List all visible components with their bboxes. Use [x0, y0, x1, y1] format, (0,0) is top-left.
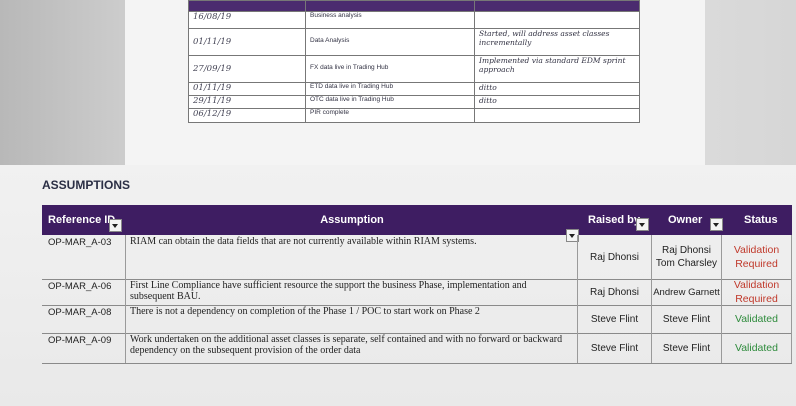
milestone-row: 16/08/19 Business analysis — [188, 11, 640, 29]
milestone-row: 01/11/19 Data Analysis Started, will add… — [188, 28, 640, 56]
filter-dropdown-icon[interactable] — [635, 217, 649, 231]
milestone-header — [305, 0, 475, 12]
milestone-comment — [474, 11, 640, 29]
table-row[interactable]: OP-MAR_A-08 There is not a dependency on… — [42, 305, 792, 334]
header-assumption: Assumption — [126, 205, 578, 235]
section-title: ASSUMPTIONS — [42, 178, 131, 192]
milestone-date: 01/11/19 — [188, 28, 306, 56]
header-label: Raised by — [588, 214, 640, 226]
milestone-date: 01/11/19 — [188, 82, 306, 96]
assumption-cell[interactable]: Work undertaken on the additional asset … — [126, 333, 578, 363]
date-header — [188, 0, 306, 12]
filter-dropdown-icon[interactable] — [109, 218, 123, 232]
milestone-row: 01/11/19 ETD data live in Trading Hub di… — [188, 82, 640, 96]
milestone-name: FX data live in Trading Hub — [305, 55, 475, 83]
status-cell[interactable]: Validation Required — [722, 235, 792, 279]
table-row[interactable]: OP-MAR_A-03 RIAM can obtain the data fie… — [42, 235, 792, 280]
header-label: Assumption — [320, 214, 384, 226]
status-cell[interactable]: Validation Required — [722, 279, 792, 305]
milestone-row: 27/09/19 FX data live in Trading Hub Imp… — [188, 55, 640, 83]
owner-cell[interactable]: Steve Flint — [652, 305, 722, 333]
reference-id-cell[interactable]: OP-MAR_A-08 — [42, 305, 126, 333]
table-row[interactable]: OP-MAR_A-09 Work undertaken on the addit… — [42, 333, 792, 364]
milestone-header-row — [188, 0, 640, 12]
header-reference-id: Reference ID — [48, 205, 128, 235]
milestone-comment: Implemented via standard EDM sprint appr… — [474, 55, 640, 83]
milestone-comment: ditto — [474, 95, 640, 109]
milestone-row: 06/12/19 PIR complete — [188, 108, 640, 123]
filter-dropdown-icon[interactable] — [710, 217, 724, 231]
assumption-cell[interactable]: There is not a dependency on completion … — [126, 305, 578, 333]
milestone-name: OTC data live in Trading Hub — [305, 95, 475, 109]
comment-header — [474, 0, 640, 12]
owner-cell[interactable]: Raj Dhonsi Tom Charsley — [652, 235, 722, 279]
milestone-date: 16/08/19 — [188, 11, 306, 29]
raised-by-cell[interactable]: Steve Flint — [578, 305, 652, 333]
header-owner: Owner — [668, 205, 738, 235]
milestone-comment: Started, will address asset classes incr… — [474, 28, 640, 56]
milestone-name: ETD data live in Trading Hub — [305, 82, 475, 96]
assumption-cell[interactable]: RIAM can obtain the data fields that are… — [126, 235, 578, 279]
header-status: Status — [744, 205, 792, 235]
reference-id-cell[interactable]: OP-MAR_A-03 — [42, 235, 126, 279]
table-row[interactable]: OP-MAR_A-06 First Line Compliance have s… — [42, 279, 792, 306]
raised-by-cell[interactable]: Steve Flint — [578, 333, 652, 363]
owner-cell[interactable]: Steve Flint — [652, 333, 722, 363]
milestone-date: 27/09/19 — [188, 55, 306, 83]
status-cell[interactable]: Validated — [722, 305, 792, 333]
reference-id-cell[interactable]: OP-MAR_A-06 — [42, 279, 126, 305]
raised-by-cell[interactable]: Raj Dhonsi — [578, 279, 652, 305]
table-header: Reference ID Assumption Raised by Owner … — [42, 205, 792, 242]
reference-id-cell[interactable]: OP-MAR_A-09 — [42, 333, 126, 363]
milestone-date: 06/12/19 — [188, 108, 306, 123]
header-label: Reference ID — [48, 214, 116, 226]
milestone-comment — [474, 108, 640, 123]
header-label: Status — [744, 214, 778, 226]
status-cell[interactable]: Validated — [722, 333, 792, 363]
milestone-name: PIR complete — [305, 108, 475, 123]
milestone-row: 29/11/19 OTC data live in Trading Hub di… — [188, 95, 640, 109]
milestone-name: Data Analysis — [305, 28, 475, 56]
milestone-comment: ditto — [474, 82, 640, 96]
assumption-cell[interactable]: First Line Compliance have sufficient re… — [126, 279, 578, 305]
header-label: Owner — [668, 214, 703, 226]
owner-cell[interactable]: Andrew Garnett — [652, 279, 722, 305]
raised-by-cell[interactable]: Raj Dhonsi — [578, 235, 652, 279]
milestone-table: 16/08/19 Business analysis 01/11/19 Data… — [188, 0, 640, 123]
milestone-name: Business analysis — [305, 11, 475, 29]
milestone-date: 29/11/19 — [188, 95, 306, 109]
